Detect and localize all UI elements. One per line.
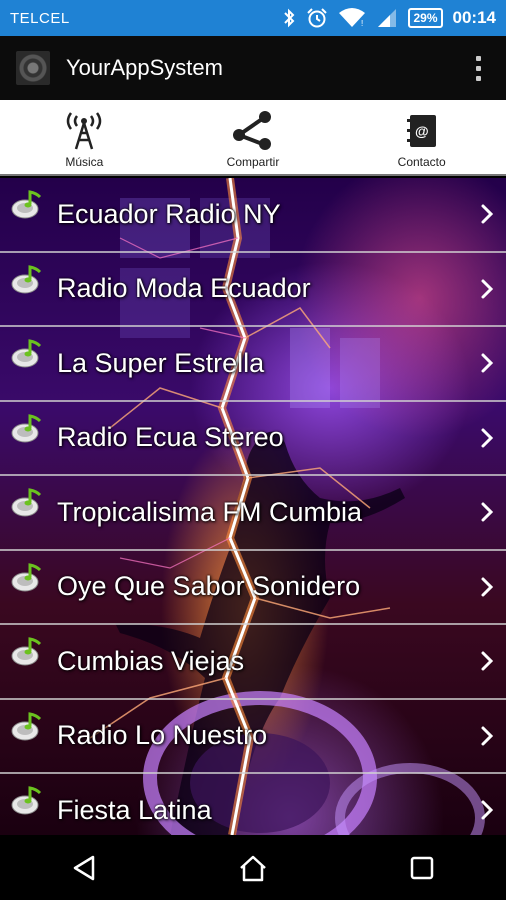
station-row[interactable]: Radio Ecua Stereo — [0, 402, 506, 476]
tab-musica-label: Música — [65, 155, 104, 169]
station-label: Radio Lo Nuestro — [57, 720, 268, 751]
music-note-icon — [11, 637, 42, 666]
music-note-icon — [11, 413, 42, 442]
tab-bar: Música Compartir @ Contacto — [0, 100, 506, 176]
station-list-container: Ecuador Radio NY Radio Moda Ecuador La Sup… — [0, 178, 506, 835]
station-label: Fiesta Latina — [57, 794, 212, 825]
chevron-right-icon — [481, 577, 494, 597]
wifi-icon: ! — [339, 8, 366, 28]
tab-compartir-label: Compartir — [226, 155, 280, 169]
music-note-icon — [11, 562, 42, 591]
overflow-menu-icon[interactable] — [466, 50, 490, 86]
station-row[interactable]: Cumbias Viejas — [0, 625, 506, 700]
station-row[interactable]: Oye Que Sabor Sonidero — [0, 551, 506, 625]
chevron-right-icon — [481, 651, 494, 671]
contact-book-icon: @ — [406, 115, 436, 147]
music-note-icon — [11, 786, 42, 815]
music-note-icon — [11, 711, 42, 740]
home-button[interactable] — [223, 843, 283, 893]
music-note-icon — [11, 190, 42, 219]
station-label: La Super Estrella — [57, 347, 265, 378]
music-note-icon — [11, 488, 42, 517]
status-icons: ! 29% 00:14 — [282, 7, 496, 29]
chevron-right-icon — [481, 726, 494, 746]
battery-icon: 29% — [408, 8, 443, 28]
station-row[interactable]: Ecuador Radio NY — [0, 178, 506, 253]
station-label: Radio Ecua Stereo — [57, 422, 284, 453]
station-label: Oye Que Sabor Sonidero — [57, 571, 361, 602]
app-logo-icon — [16, 51, 50, 85]
station-row[interactable]: Fiesta Latina — [0, 774, 506, 835]
tab-contacto[interactable]: @ Contacto — [337, 100, 506, 174]
chevron-right-icon — [481, 204, 494, 224]
station-row[interactable]: Radio Lo Nuestro — [0, 700, 506, 774]
station-label: Radio Moda Ecuador — [57, 273, 311, 304]
back-button[interactable] — [54, 843, 114, 893]
back-icon — [74, 855, 95, 880]
tab-contacto-label: Contacto — [397, 155, 446, 169]
station-label: Cumbias Viejas — [57, 645, 245, 676]
alarm-icon — [307, 8, 328, 28]
music-note-icon — [11, 264, 42, 293]
chevron-right-icon — [481, 428, 494, 448]
chevron-right-icon — [481, 279, 494, 299]
svg-text:!: ! — [361, 19, 363, 28]
station-label: Ecuador Radio NY — [57, 198, 281, 229]
chevron-right-icon — [481, 353, 494, 373]
battery-level: 29% — [413, 11, 438, 25]
app-title: YourAppSystem — [66, 55, 223, 80]
station-list: Ecuador Radio NY Radio Moda Ecuador La Sup… — [0, 178, 506, 835]
radio-antenna-icon — [67, 112, 102, 150]
navigation-bar — [0, 835, 506, 900]
action-bar: YourAppSystem — [0, 36, 506, 100]
signal-icon — [378, 9, 397, 27]
recents-button[interactable] — [392, 843, 452, 893]
recents-icon — [410, 856, 433, 879]
share-icon — [233, 111, 271, 150]
music-note-icon — [11, 339, 42, 368]
station-row[interactable]: La Super Estrella — [0, 327, 506, 402]
chevron-right-icon — [481, 502, 494, 522]
svg-text:@: @ — [415, 123, 429, 139]
status-bar: TELCEL ! 29% 00:14 — [0, 0, 506, 36]
tab-musica[interactable]: Música — [0, 100, 169, 174]
station-label: Tropicalisima FM Cumbia — [57, 496, 363, 527]
carrier-name: TELCEL — [10, 9, 70, 27]
station-row[interactable]: Tropicalisima FM Cumbia — [0, 476, 506, 551]
station-row[interactable]: Radio Moda Ecuador — [0, 253, 506, 327]
tab-compartir[interactable]: Compartir — [169, 100, 338, 174]
bluetooth-icon — [284, 8, 295, 28]
clock: 00:14 — [452, 8, 496, 27]
home-icon — [240, 855, 266, 881]
chevron-right-icon — [481, 800, 494, 820]
